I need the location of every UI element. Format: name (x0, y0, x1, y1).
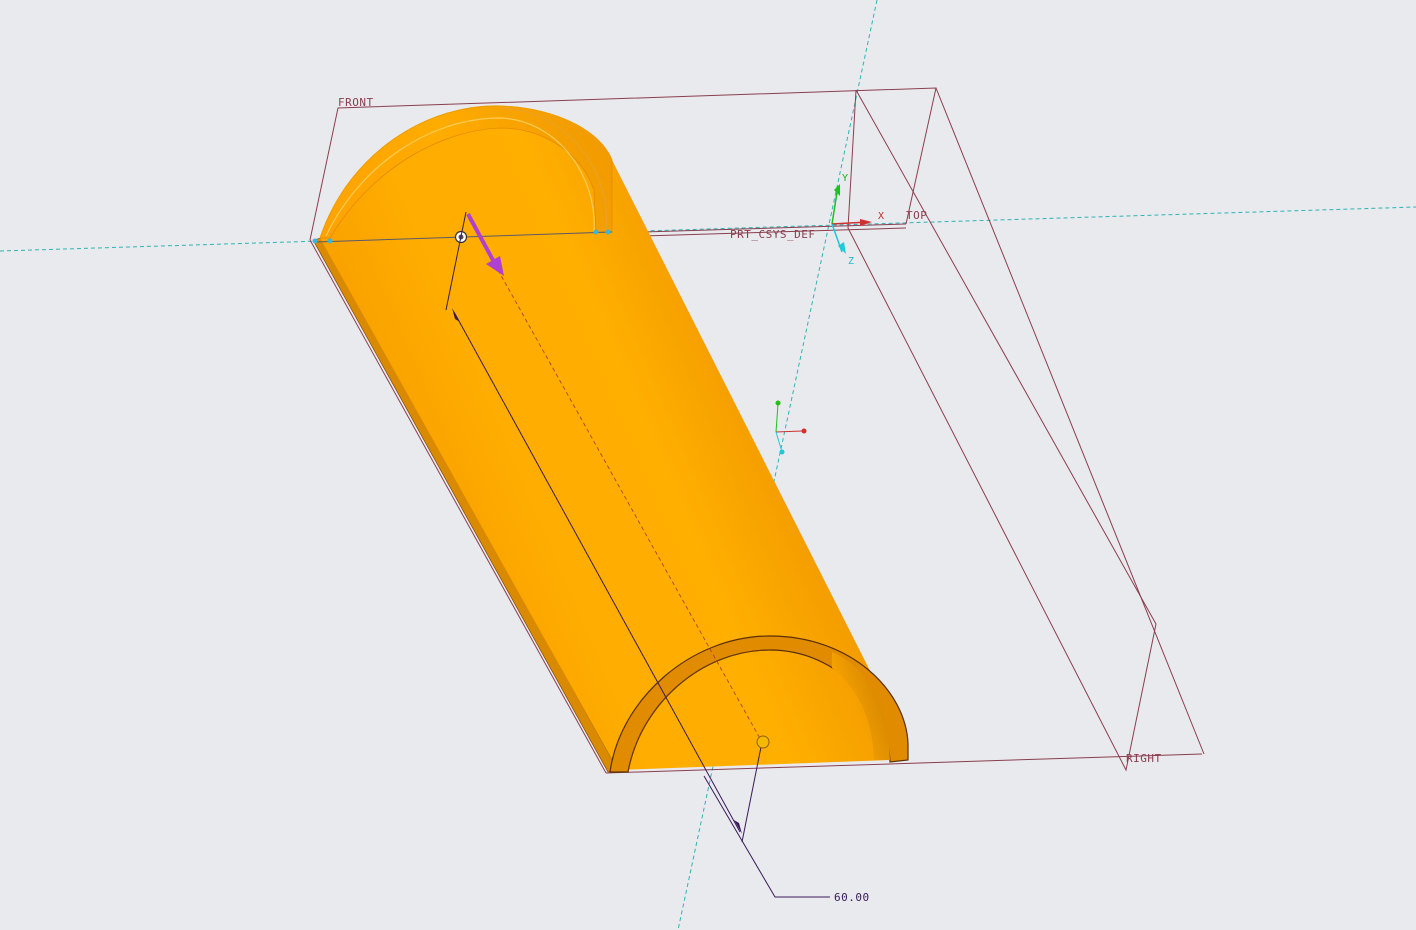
dimension-value[interactable]: 60.00 (834, 891, 870, 904)
part-outer-surface[interactable] (320, 105, 906, 770)
dimension-arrow-bottom (734, 820, 742, 834)
drag-handle-end[interactable] (756, 735, 770, 749)
datum-plane-right[interactable] (847, 89, 1157, 772)
part-half-cylinder[interactable] (312, 105, 909, 773)
datum-label-right[interactable]: RIGHT (1126, 752, 1162, 765)
csys-axis-z: Z (848, 256, 854, 267)
csys-axis-x: X (878, 211, 884, 222)
spin-center-icon (775, 400, 807, 455)
csys-axis-y: Y (842, 173, 848, 184)
model-scene[interactable]: 60.00 Y X Z FRONT TOP RIGHT PRT_CSYS_DEF (0, 0, 1416, 930)
datum-label-top[interactable]: TOP (906, 209, 927, 222)
csys-triad[interactable]: Y X Z (831, 173, 884, 267)
datum-axis-horizontal[interactable] (0, 206, 1416, 252)
datum-label-front[interactable]: FRONT (338, 96, 374, 109)
csys-label[interactable]: PRT_CSYS_DEF (730, 228, 815, 241)
graphics-viewport[interactable]: 60.00 Y X Z FRONT TOP RIGHT PRT_CSYS_DEF (0, 0, 1416, 930)
